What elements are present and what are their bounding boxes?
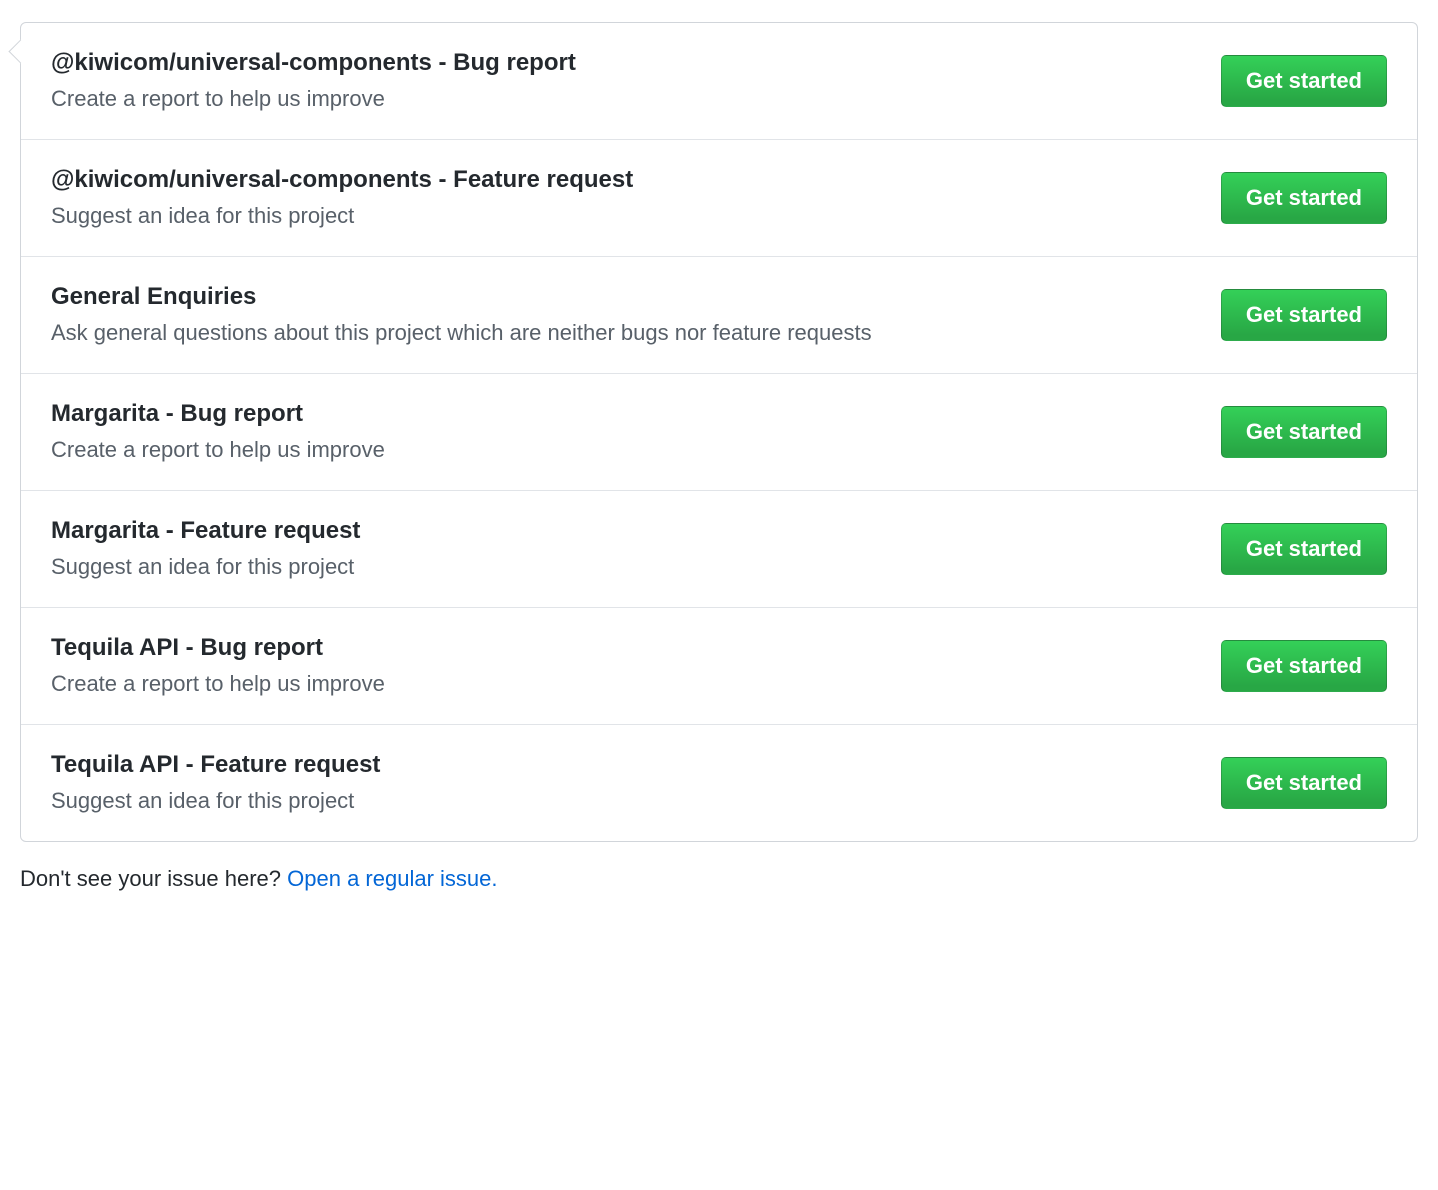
- get-started-button[interactable]: Get started: [1221, 406, 1387, 458]
- template-description: Suggest an idea for this project: [51, 552, 1201, 583]
- template-description: Create a report to help us improve: [51, 84, 1201, 115]
- template-description: Create a report to help us improve: [51, 669, 1201, 700]
- template-description: Suggest an idea for this project: [51, 786, 1201, 817]
- template-title: @kiwicom/universal-components - Bug repo…: [51, 47, 1201, 78]
- template-item: @kiwicom/universal-components - Bug repo…: [21, 23, 1417, 140]
- template-title: @kiwicom/universal-components - Feature …: [51, 164, 1201, 195]
- template-description: Suggest an idea for this project: [51, 201, 1201, 232]
- template-text: General Enquiries Ask general questions …: [51, 281, 1221, 349]
- template-text: Tequila API - Bug report Create a report…: [51, 632, 1221, 700]
- get-started-button[interactable]: Get started: [1221, 289, 1387, 341]
- template-title: Margarita - Feature request: [51, 515, 1201, 546]
- footer-prompt: Don't see your issue here? Open a regula…: [20, 866, 1418, 892]
- template-item: Tequila API - Bug report Create a report…: [21, 608, 1417, 725]
- template-title: General Enquiries: [51, 281, 1201, 312]
- template-title: Tequila API - Feature request: [51, 749, 1201, 780]
- template-text: Margarita - Bug report Create a report t…: [51, 398, 1221, 466]
- template-item: @kiwicom/universal-components - Feature …: [21, 140, 1417, 257]
- template-text: @kiwicom/universal-components - Feature …: [51, 164, 1221, 232]
- template-item: Margarita - Feature request Suggest an i…: [21, 491, 1417, 608]
- get-started-button[interactable]: Get started: [1221, 757, 1387, 809]
- template-title: Tequila API - Bug report: [51, 632, 1201, 663]
- get-started-button[interactable]: Get started: [1221, 523, 1387, 575]
- template-title: Margarita - Bug report: [51, 398, 1201, 429]
- open-regular-issue-link[interactable]: Open a regular issue.: [287, 866, 497, 891]
- template-text: Margarita - Feature request Suggest an i…: [51, 515, 1221, 583]
- get-started-button[interactable]: Get started: [1221, 55, 1387, 107]
- template-item: Tequila API - Feature request Suggest an…: [21, 725, 1417, 841]
- template-item: Margarita - Bug report Create a report t…: [21, 374, 1417, 491]
- template-description: Ask general questions about this project…: [51, 318, 1201, 349]
- template-text: Tequila API - Feature request Suggest an…: [51, 749, 1221, 817]
- issue-template-list: @kiwicom/universal-components - Bug repo…: [20, 22, 1418, 842]
- template-item: General Enquiries Ask general questions …: [21, 257, 1417, 374]
- get-started-button[interactable]: Get started: [1221, 640, 1387, 692]
- get-started-button[interactable]: Get started: [1221, 172, 1387, 224]
- footer-prompt-text: Don't see your issue here?: [20, 866, 287, 891]
- template-description: Create a report to help us improve: [51, 435, 1201, 466]
- template-text: @kiwicom/universal-components - Bug repo…: [51, 47, 1221, 115]
